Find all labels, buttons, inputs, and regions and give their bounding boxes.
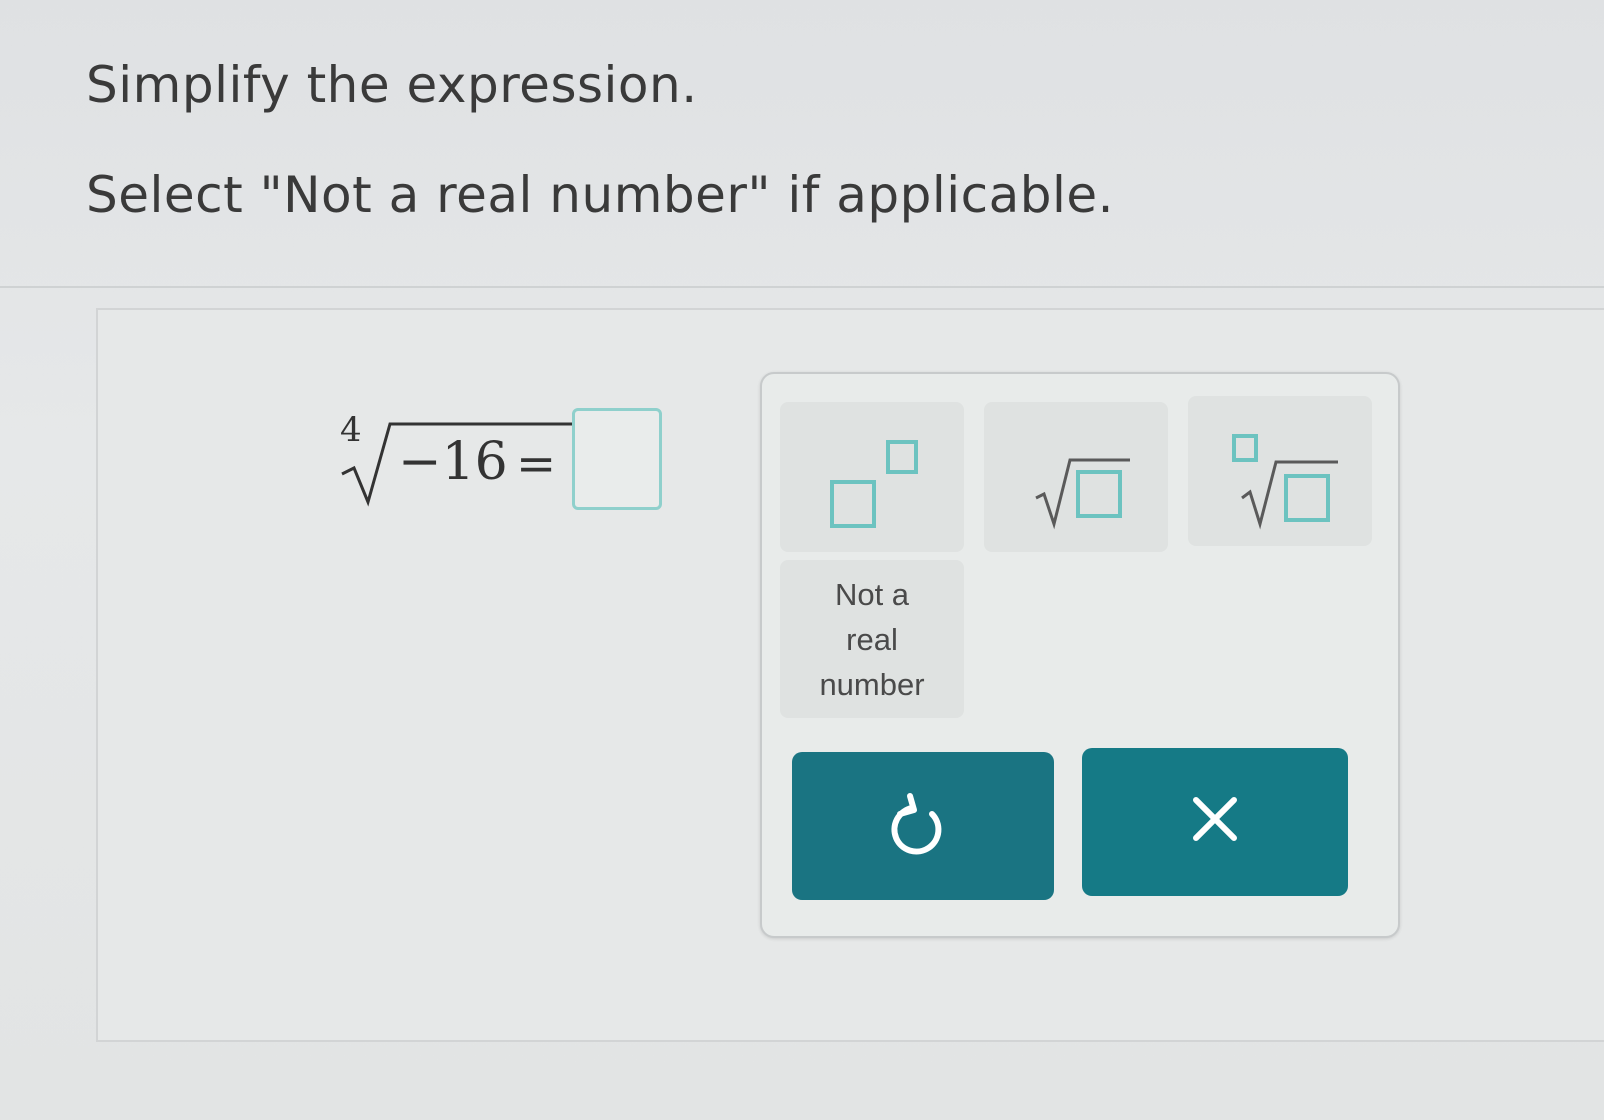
prompt-note: Select "Not a real number" if applicable… — [86, 166, 1115, 224]
not-a-real-number-button[interactable]: Not a real number — [780, 560, 964, 718]
prompt-instruction: Simplify the expression. — [86, 56, 698, 114]
equals-sign: = — [516, 436, 557, 492]
square-root-template-icon — [1035, 458, 1130, 530]
undo-button[interactable] — [792, 752, 1054, 900]
close-icon — [1193, 797, 1237, 841]
exponent-template-icon — [830, 440, 918, 528]
nth-root-key[interactable] — [1188, 396, 1372, 546]
divider — [0, 286, 1604, 288]
undo-icon — [891, 793, 942, 855]
clear-button[interactable] — [1082, 748, 1348, 896]
answer-input-box[interactable] — [572, 408, 662, 510]
root-index: 4 — [340, 410, 362, 450]
exponent-key[interactable] — [780, 402, 964, 552]
square-root-key[interactable] — [984, 402, 1168, 552]
nth-root-template-icon — [1232, 434, 1338, 530]
math-keypad: Not a real number — [760, 372, 1400, 938]
not-a-real-number-label: Not a real number — [819, 576, 925, 702]
radicand: −16 — [398, 432, 508, 492]
